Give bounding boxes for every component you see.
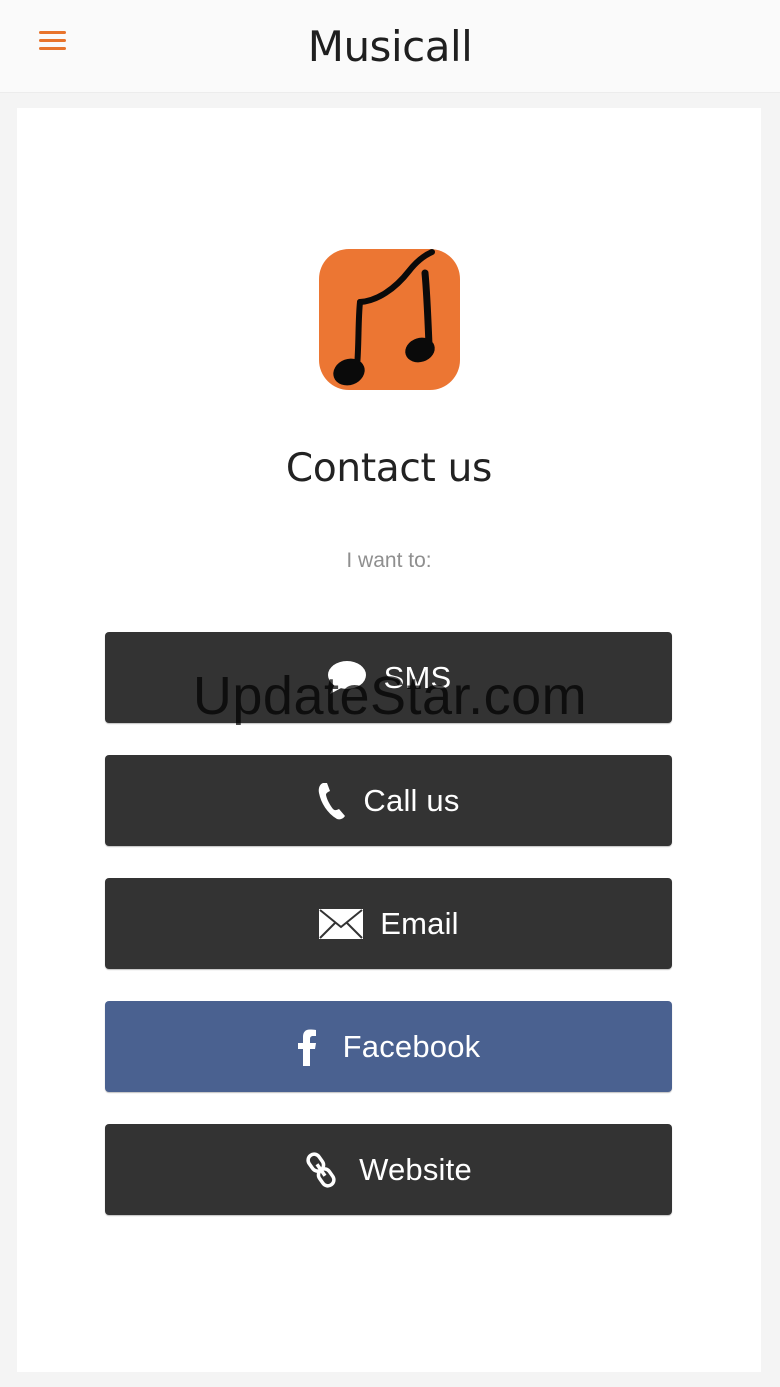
facebook-icon [297,1028,317,1066]
email-button[interactable]: Email [105,878,672,969]
website-label: Website [359,1151,472,1187]
call-us-button[interactable]: Call us [105,755,672,846]
top-bar: Musicall [0,0,780,93]
page-heading: Contact us [285,446,493,491]
email-label: Email [380,905,459,941]
phone-icon [317,781,347,821]
envelope-icon [318,908,364,940]
website-button[interactable]: Website [105,1124,672,1215]
facebook-label: Facebook [342,1028,481,1064]
sms-label: SMS [383,659,452,695]
link-icon [305,1150,337,1190]
prompt-text: I want to: [346,549,432,572]
contact-card: Contact us I want to: SMS Call us Email … [17,108,761,1372]
speech-bubble-icon [326,659,368,697]
app-title: Musicall [307,22,473,71]
music-notes-icon [319,249,460,390]
facebook-button[interactable]: Facebook [105,1001,672,1092]
call-us-label: Call us [363,782,460,818]
sms-button[interactable]: SMS [105,632,672,723]
